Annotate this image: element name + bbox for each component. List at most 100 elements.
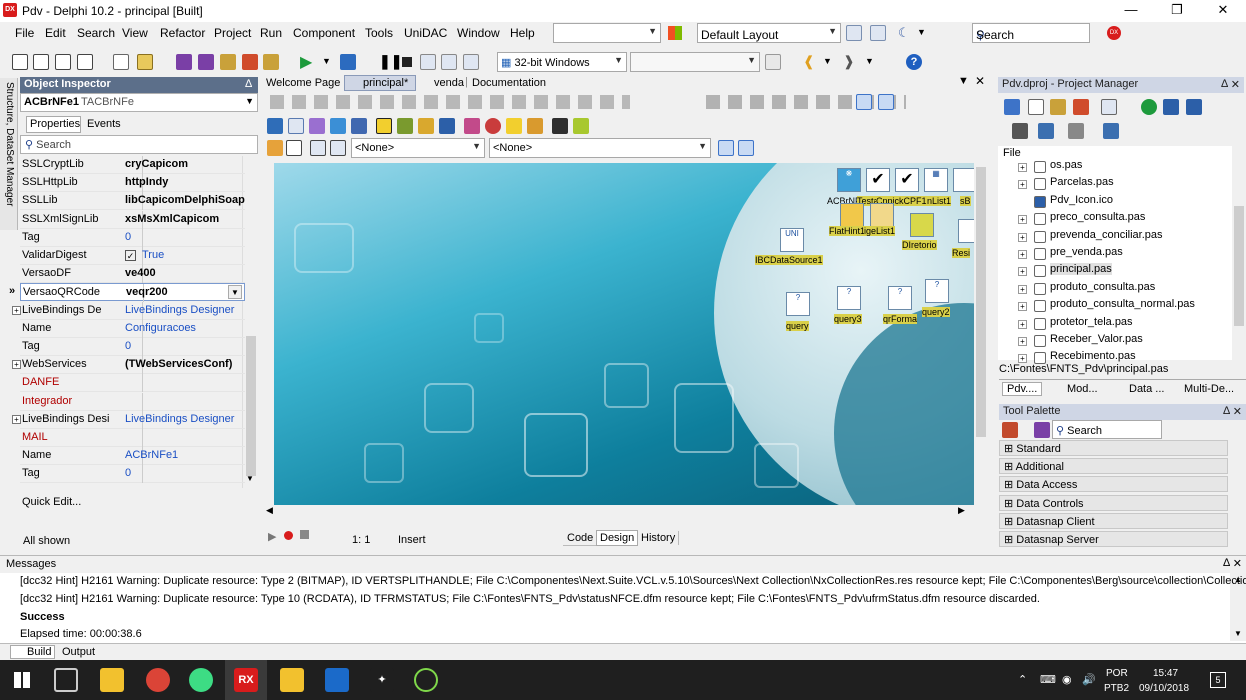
property-row[interactable]: WebServices (TWebServicesConf) + <box>12 356 245 375</box>
palette-category[interactable]: ⊞ Datasnap Client <box>999 512 1228 529</box>
chrome-icon[interactable] <box>146 668 170 692</box>
menu-unidac[interactable]: UniDAC <box>404 26 447 40</box>
project-tree-scrollbar[interactable] <box>1232 146 1246 360</box>
property-row[interactable]: VersaoQRCode veqr200 ▼ » <box>9 283 245 303</box>
scroll-down-icon[interactable]: ▼ <box>246 474 254 483</box>
tab-order-icon[interactable] <box>376 118 392 134</box>
lightning-icon[interactable] <box>573 118 589 134</box>
tab-list-icon[interactable]: ▼ <box>958 75 969 87</box>
expand-icon[interactable] <box>1163 99 1179 115</box>
collapse-icon[interactable] <box>1186 99 1202 115</box>
close-icon[interactable]: ✕ <box>1233 405 1242 418</box>
list-icon[interactable] <box>1012 123 1028 139</box>
property-row[interactable]: Name ACBrNFe1 <box>20 447 245 466</box>
active-icon[interactable] <box>464 118 480 134</box>
network-app-icon[interactable]: ✦ <box>370 668 394 692</box>
project-file-item[interactable]: os.pas <box>1050 159 1082 171</box>
pin-icon[interactable]: ∆ <box>1221 78 1228 90</box>
acbrnfe-component[interactable]: ❋ <box>837 168 861 192</box>
expand-icon[interactable]: + <box>1018 302 1027 312</box>
property-value[interactable]: xsMsXmlCapicom <box>125 213 219 225</box>
build-config-icon[interactable] <box>1038 123 1054 139</box>
tab-events[interactable]: Events <box>84 117 124 131</box>
menu-run[interactable]: Run <box>260 26 282 40</box>
sync-icon[interactable] <box>1141 99 1157 115</box>
anchor-icon[interactable] <box>527 118 543 134</box>
message-line[interactable]: Elapsed time: 00:00:38.6 <box>20 628 142 640</box>
object-selector[interactable]: ACBrNFe1 TACBrNFe ▼ <box>20 93 258 112</box>
tray-chevron-icon[interactable]: ⌃ <box>1018 673 1027 686</box>
clock-time[interactable]: 15:47 <box>1153 668 1178 679</box>
scrollbar-thumb[interactable] <box>976 167 986 437</box>
intf-icon[interactable] <box>310 140 326 156</box>
property-row[interactable]: ValidarDigest True ✓ <box>20 247 245 265</box>
impl-icon[interactable] <box>330 140 346 156</box>
forward-arrow-icon[interactable]: ❱ <box>843 53 855 70</box>
tab-venda[interactable]: venda <box>434 77 464 89</box>
palette-category[interactable]: ⊞ Datasnap Server <box>999 531 1228 547</box>
expand-icon[interactable]: + <box>1018 267 1027 277</box>
expand-icon[interactable]: + <box>1018 284 1027 294</box>
grid-icon[interactable] <box>267 118 283 134</box>
set-debug-desktop-icon[interactable] <box>870 25 886 41</box>
project-file-item[interactable]: principal.pas <box>1050 263 1112 276</box>
expand-icon[interactable]: + <box>1018 319 1027 329</box>
property-value[interactable]: 0 <box>125 231 131 243</box>
menu-project[interactable]: Project <box>214 26 251 40</box>
expand-icon[interactable]: + <box>1018 337 1027 346</box>
start-icon[interactable] <box>14 672 30 688</box>
tab-code[interactable]: Code <box>563 531 598 546</box>
menu-help[interactable]: Help <box>510 26 535 40</box>
testa-component[interactable]: ✔ <box>866 168 890 192</box>
property-row[interactable]: Integrador <box>20 392 245 411</box>
project-file-item[interactable]: prevenda_conciliar.pas <box>1050 229 1163 241</box>
expand-icon[interactable]: + <box>1018 250 1027 259</box>
imagelist2-component[interactable] <box>870 203 894 227</box>
expand-icon[interactable]: + <box>12 414 21 424</box>
tab-data[interactable]: Data ... <box>1129 383 1164 395</box>
property-row[interactable]: Name Configuracoes <box>20 319 245 338</box>
folder-icon[interactable] <box>506 118 522 134</box>
align-icons[interactable] <box>270 95 630 109</box>
property-row[interactable]: VersaoDF ve400 <box>20 265 245 284</box>
message-line[interactable]: Success <box>20 611 65 623</box>
tab-welcome-page[interactable]: Welcome Page <box>266 77 340 89</box>
app-icon[interactable] <box>280 668 304 692</box>
forward-dropdown-icon[interactable]: ▼ <box>865 56 874 66</box>
new-project-icon[interactable] <box>1028 99 1044 115</box>
page-icon[interactable] <box>286 140 302 156</box>
canvas-vscroll[interactable] <box>974 163 988 505</box>
project-file-item[interactable]: produto_consulta.pas <box>1050 281 1155 293</box>
palette-search-input[interactable]: ⚲ Search <box>1052 420 1162 439</box>
chevron-down-icon[interactable]: ▼ <box>917 27 926 37</box>
tab-history[interactable]: History <box>638 531 680 545</box>
palette-categories-icon[interactable] <box>1002 422 1018 438</box>
back-dropdown-icon[interactable]: ▼ <box>823 56 832 66</box>
close-icon[interactable]: ✕ <box>1231 78 1240 91</box>
tab-design[interactable]: Design <box>596 530 639 546</box>
property-value[interactable]: LiveBindings Designer <box>125 304 234 316</box>
chevron-down-icon[interactable]: ▼ <box>228 285 242 300</box>
form-designer-canvas[interactable]: ❋ ✔ ✔ ▦ ACBrNFe1 Testa CnpjckCPF1 nList1… <box>274 163 974 505</box>
close-button[interactable]: ✕ <box>1200 0 1246 22</box>
diretorio-component[interactable] <box>910 213 934 237</box>
run-to-cursor-icon[interactable] <box>463 54 479 70</box>
pause-icon[interactable]: ❚❚ <box>379 53 402 70</box>
property-value[interactable]: 0 <box>125 340 131 352</box>
android-icon[interactable] <box>189 668 213 692</box>
menu-file[interactable]: File <box>15 26 34 40</box>
property-value[interactable]: LiveBindings Designer <box>125 413 234 425</box>
run-without-debug-icon[interactable] <box>340 54 356 70</box>
pin-icon[interactable]: ∆ <box>1223 557 1230 569</box>
property-row[interactable]: SSLCryptLib cryCapicom <box>20 156 245 174</box>
stop-icon[interactable] <box>402 57 412 67</box>
target-combo[interactable]: ▼ <box>630 52 760 72</box>
property-row[interactable]: SSLLib libCapicomDelphiSoap <box>20 192 245 211</box>
pin-icon[interactable]: ∆ <box>245 78 252 90</box>
keyboard-layout[interactable]: PTB2 <box>1104 683 1129 694</box>
keyboard-icon[interactable]: ⌨ <box>1040 673 1056 686</box>
layers-icon[interactable] <box>552 118 568 134</box>
resi-component[interactable] <box>958 219 974 243</box>
query-component[interactable]: ? <box>786 292 810 316</box>
property-row[interactable]: Tag 0 <box>20 465 245 484</box>
